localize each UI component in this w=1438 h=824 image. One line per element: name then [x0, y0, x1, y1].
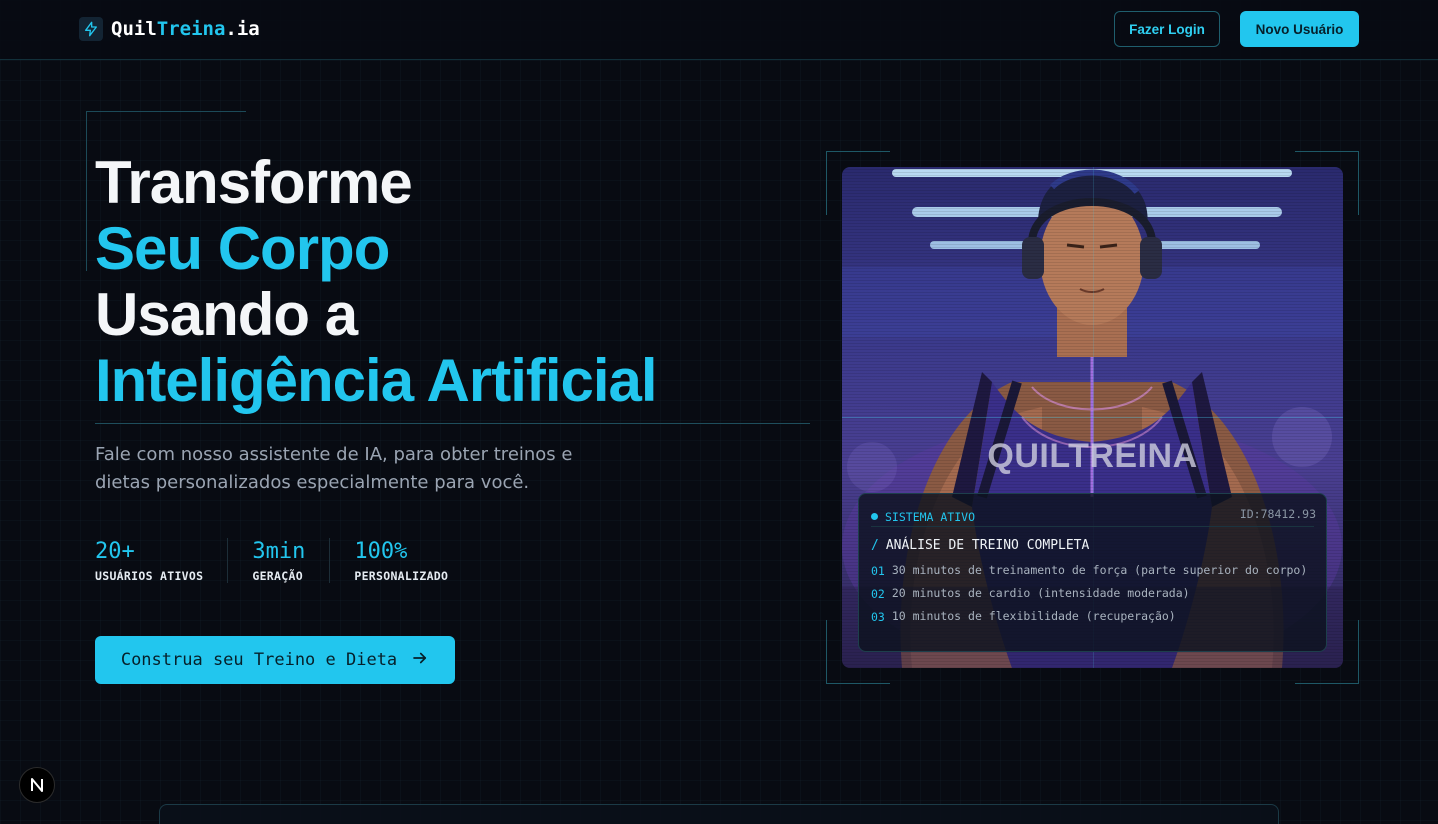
hero-title-line2: Seu Corpo [95, 215, 390, 282]
analysis-header: SISTEMA ATIVO ID:78412.93 [871, 507, 1316, 527]
stat-label: USUÁRIOS ATIVOS [95, 569, 204, 583]
bottom-section-panel [159, 804, 1279, 824]
stat-active-users: 20+ USUÁRIOS ATIVOS [95, 538, 229, 583]
system-status: SISTEMA ATIVO [871, 507, 975, 526]
lightning-bolt-icon [79, 17, 103, 41]
list-item: 01 30 minutos de treinamento de força (p… [871, 563, 1316, 579]
n-logo-icon [31, 778, 43, 792]
arrow-right-icon [411, 649, 429, 672]
list-item: 02 20 minutos de cardio (intensidade mod… [871, 586, 1316, 602]
brand-name-part3: .ia [225, 18, 260, 40]
item-number: 01 [871, 564, 885, 578]
top-navbar: QuilTreina.ia Fazer Login Novo Usuário [0, 0, 1438, 60]
stat-value: 100% [354, 539, 408, 564]
item-number: 02 [871, 587, 885, 601]
hero-title-line1: Transforme [95, 149, 413, 216]
analysis-list: 01 30 minutos de treinamento de força (p… [871, 563, 1316, 632]
hero-subtitle: Fale com nosso assistente de IA, para ob… [95, 444, 573, 493]
decorative-corner-line [86, 111, 87, 271]
stat-generation-time: 3min GERAÇÃO [252, 538, 331, 583]
stats-row: 20+ USUÁRIOS ATIVOS 3min GERAÇÃO 100% PE… [95, 538, 496, 583]
brand-name-part2: Treina [156, 18, 226, 40]
analysis-title: / ANÁLISE DE TREINO COMPLETA [871, 538, 1089, 553]
list-item: 03 10 minutos de flexibilidade (recupera… [871, 609, 1316, 625]
stat-value: 3min [252, 539, 306, 564]
slash-icon: / [871, 538, 879, 553]
image-watermark: QUILTREINA [987, 437, 1198, 475]
build-workout-diet-button[interactable]: Construa seu Treino e Dieta [95, 636, 455, 684]
brand-logo[interactable]: QuilTreina.ia [79, 17, 260, 41]
stat-label: GERAÇÃO [252, 569, 303, 583]
analysis-id: ID:78412.93 [1239, 507, 1316, 521]
stat-label: PERSONALIZADO [354, 569, 449, 583]
analysis-title-text: ANÁLISE DE TREINO COMPLETA [885, 538, 1090, 553]
hero-title: Transforme Seu Corpo Usando a Inteligênc… [95, 149, 658, 414]
hero-title-line3: Usando a [95, 281, 358, 348]
cta-label: Construa seu Treino e Dieta [120, 650, 398, 670]
item-number: 03 [871, 610, 885, 624]
brand-name-part1: Quil [111, 18, 157, 40]
item-text: 10 minutos de flexibilidade (recuperação… [891, 609, 1176, 623]
stat-personalized: 100% PERSONALIZADO [354, 538, 472, 583]
workout-analysis-card: SISTEMA ATIVO ID:78412.93 / ANÁLISE DE T… [858, 493, 1327, 652]
nextjs-dev-badge[interactable] [19, 767, 55, 803]
hero-title-line4: Inteligência Artificial [95, 347, 658, 414]
new-user-button[interactable]: Novo Usuário [1240, 11, 1359, 47]
stat-value: 20+ [95, 539, 135, 564]
decorative-corner-line [86, 111, 246, 112]
status-text: SISTEMA ATIVO [885, 509, 976, 524]
login-button[interactable]: Fazer Login [1114, 11, 1220, 47]
status-dot-icon [871, 513, 878, 520]
brand-name: QuilTreina.ia [111, 18, 260, 40]
item-text: 30 minutos de treinamento de força (part… [891, 563, 1308, 577]
hero-divider [95, 423, 810, 424]
item-text: 20 minutos de cardio (intensidade modera… [891, 586, 1190, 600]
